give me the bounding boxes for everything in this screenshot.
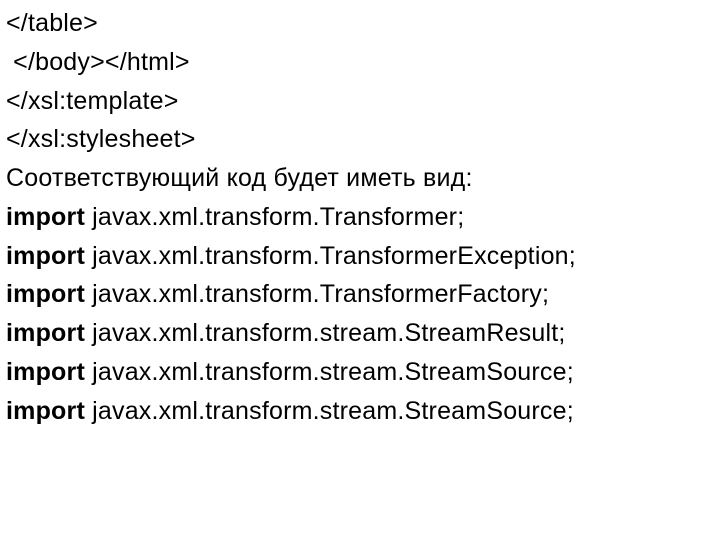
- code-text: javax.xml.transform.Transformer;: [85, 203, 464, 231]
- code-line: import javax.xml.transform.TransformerEx…: [6, 237, 714, 276]
- code-text: javax.xml.transform.TransformerFactory;: [85, 280, 549, 308]
- code-line: Соответствующий код будет иметь вид:: [6, 159, 714, 198]
- keyword: import: [6, 397, 85, 425]
- keyword: import: [6, 358, 85, 386]
- code-text: Соответствующий код будет иметь вид:: [6, 164, 473, 192]
- code-text-block: </table> </body></html> </xsl:template> </…: [0, 0, 720, 434]
- code-line: import javax.xml.transform.stream.Stream…: [6, 392, 714, 431]
- code-text: javax.xml.transform.stream.StreamSource;: [85, 358, 574, 386]
- code-line: import javax.xml.transform.stream.Stream…: [6, 314, 714, 353]
- keyword: import: [6, 319, 85, 347]
- code-line: </body></html>: [6, 43, 714, 82]
- code-text: javax.xml.transform.stream.StreamResult;: [85, 319, 566, 347]
- keyword: import: [6, 280, 85, 308]
- code-text: </body></html>: [6, 48, 190, 76]
- code-line: import javax.xml.transform.Transformer;: [6, 198, 714, 237]
- code-line: </table>: [6, 4, 714, 43]
- code-text: </xsl:template>: [6, 87, 179, 115]
- code-line: </xsl:stylesheet>: [6, 120, 714, 159]
- code-text: </table>: [6, 9, 98, 37]
- code-line: </xsl:template>: [6, 82, 714, 121]
- code-text: </xsl:stylesheet>: [6, 125, 196, 153]
- code-line: import javax.xml.transform.TransformerFa…: [6, 275, 714, 314]
- code-line: import javax.xml.transform.stream.Stream…: [6, 353, 714, 392]
- keyword: import: [6, 242, 85, 270]
- code-text: javax.xml.transform.TransformerException…: [85, 242, 576, 270]
- keyword: import: [6, 203, 85, 231]
- code-text: javax.xml.transform.stream.StreamSource;: [85, 397, 574, 425]
